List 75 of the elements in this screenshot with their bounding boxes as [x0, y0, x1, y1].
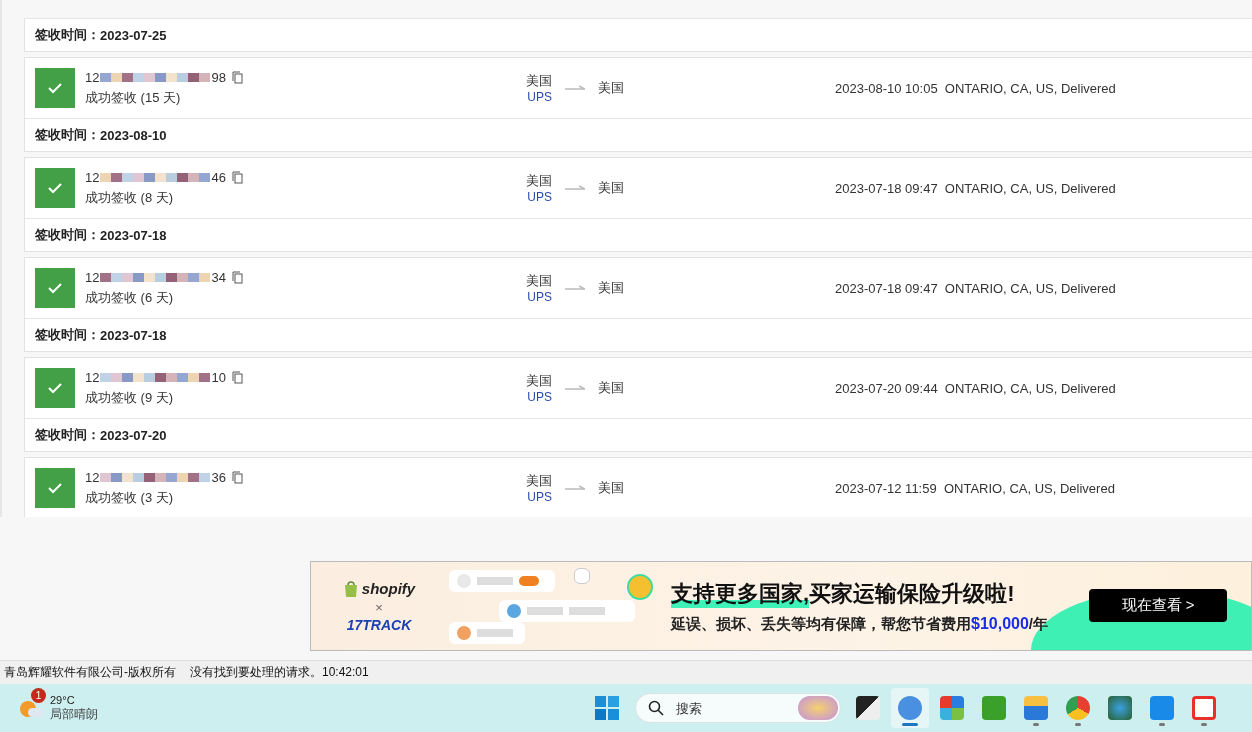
search-input[interactable]: 搜索 [674, 699, 788, 717]
temperature: 29°C [50, 693, 76, 706]
copy-icon[interactable] [231, 170, 243, 184]
tracking-number-prefix: 12 [85, 369, 100, 385]
carrier-name: UPS [527, 390, 552, 404]
subheadline: 延误、损坏、丢失等均有保障，帮您节省费用 [671, 614, 971, 632]
delivery-status: 成功签收 (3 天) [85, 489, 175, 507]
shopping-bag-icon [342, 579, 359, 598]
search-highlight-drawing [798, 696, 838, 720]
tracking-number-prefix: 12 [85, 269, 100, 285]
tracking-number-suffix: 36 [211, 469, 226, 485]
carrier-name: UPS [527, 90, 552, 104]
origin-country: 美国 [526, 172, 552, 190]
delivery-status: 成功签收 (15 天) [85, 89, 182, 107]
origin-country: 美国 [526, 272, 552, 290]
delivery-status: 成功签收 (9 天) [85, 389, 175, 407]
view-now-button[interactable]: 现在查看 > [1089, 589, 1227, 622]
tracking-number-suffix: 34 [211, 269, 226, 285]
copy-icon[interactable] [231, 270, 243, 284]
latest-event: 2023-07-18 09:47 ONTARIO, CA, US, Delivered [835, 280, 1116, 296]
weather-condition: 局部晴朗 [50, 705, 98, 723]
destination-country: 美国 [598, 379, 625, 397]
sign-date: 2023-07-25 [100, 27, 167, 43]
sign-time-label: 签收时间： [35, 26, 100, 44]
brand-name: shopify [361, 580, 416, 597]
tracking-number-prefix: 12 [85, 469, 100, 485]
partner-logo-text: 17TRACK [346, 616, 412, 633]
tracking-number-prefix: 12 [85, 69, 100, 85]
origin-country: 美国 [526, 72, 552, 90]
copy-icon[interactable] [231, 70, 243, 84]
sign-date: 2023-08-10 [100, 127, 167, 143]
app-icon [982, 696, 1006, 720]
headline-highlight: 支持更多国家, [671, 580, 810, 608]
notification-badge: 1 [31, 687, 46, 703]
carrier-name: UPS [527, 490, 552, 504]
sign-time-label: 签收时间： [35, 426, 100, 444]
sign-date: 2023-07-18 [100, 327, 167, 343]
tracking-number-suffix: 46 [211, 169, 226, 185]
search-bar[interactable]: 搜索 [635, 693, 841, 723]
delivery-status: 成功签收 (6 天) [85, 289, 175, 307]
per-year: /年 [1028, 614, 1048, 632]
copy-icon[interactable] [231, 470, 243, 484]
destination-country: 美国 [598, 179, 625, 197]
start-icon[interactable] [595, 696, 619, 720]
copyright-text: 青岛辉耀软件有限公司-版权所有 [4, 664, 176, 681]
tracking-number-prefix: 12 [85, 169, 100, 185]
latest-event: 2023-07-18 09:47 ONTARIO, CA, US, Delivered [835, 180, 1116, 196]
task-view-icon [856, 696, 880, 720]
ad-banner[interactable]: shopify × 17TRACK 支持更多国家,买家运输保险升级啦! 延误、损坏、丢失等均有保障，帮您节省费用$10,000/年 现在查看 > [310, 561, 1252, 651]
sign-time-label: 签收时间： [35, 326, 100, 344]
sign-time-label: 签收时间： [35, 226, 100, 244]
carrier-name: UPS [527, 290, 552, 304]
destination-country: 美国 [598, 79, 625, 97]
destination-country: 美国 [598, 479, 625, 497]
amount: $10,000 [971, 614, 1029, 632]
carrier-name: UPS [527, 190, 552, 204]
sign-date: 2023-07-18 [100, 227, 167, 243]
origin-country: 美国 [526, 372, 552, 390]
folder-icon [1024, 696, 1048, 720]
times-sign: × [375, 599, 383, 615]
latest-event: 2023-08-10 10:05 ONTARIO, CA, US, Delivered [835, 80, 1116, 96]
origin-country: 美国 [526, 472, 552, 490]
tiles-icon [940, 696, 964, 720]
tracking-number-suffix: 10 [211, 369, 226, 385]
sign-date: 2023-07-20 [100, 427, 167, 443]
tracking-number-suffix: 98 [211, 69, 226, 85]
delivery-status: 成功签收 (8 天) [85, 189, 175, 207]
latest-event: 2023-07-20 09:44 ONTARIO, CA, US, Delivered [835, 380, 1116, 396]
search-icon [648, 700, 664, 716]
headline: 买家运输保险升级啦! [809, 580, 1015, 606]
destination-country: 美国 [598, 279, 625, 297]
sign-time-label: 签收时间： [35, 126, 100, 144]
copy-icon[interactable] [231, 370, 243, 384]
latest-event: 2023-07-12 11:59 ONTARIO, CA, US, Delivered [835, 480, 1115, 496]
status-message: 没有找到要处理的请求。10:42:01 [190, 664, 369, 681]
